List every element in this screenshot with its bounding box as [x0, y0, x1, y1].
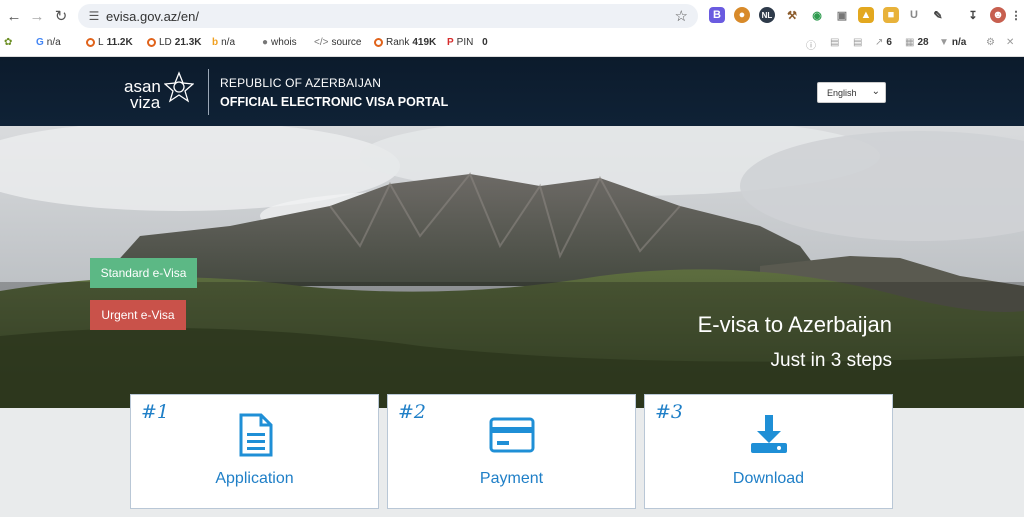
chevron-down-icon: ⌄: [871, 86, 880, 97]
standard-evisa-button[interactable]: Standard e-Visa: [90, 258, 197, 288]
extension-icon[interactable]: ◉: [809, 7, 825, 23]
external-links-item[interactable]: ↗ 6: [875, 37, 892, 48]
seo-logo-icon[interactable]: ✿: [4, 37, 12, 48]
links-item[interactable]: L 11.2K: [86, 37, 133, 48]
linking-domains-item[interactable]: LD 21.3K: [147, 37, 201, 48]
circle-icon: [86, 38, 95, 47]
star-emblem-icon: [164, 71, 194, 103]
step-number: #3: [655, 401, 684, 423]
page-icon[interactable]: ▤: [853, 37, 862, 48]
settings-gear-icon[interactable]: ⚙: [986, 37, 995, 48]
site-header: asan viza REPUBLIC OF AZERBAIJAN OFFICIA…: [0, 57, 1024, 126]
step-label: Application: [215, 470, 294, 487]
step-number: #2: [398, 401, 427, 423]
download-icon: [750, 415, 787, 453]
step-number: #1: [141, 401, 170, 423]
seo-toolbar: ✿ G n/a L 11.2K LD 21.3K b n/a ● whois </>…: [0, 32, 1024, 57]
reload-icon[interactable]: ↻: [51, 6, 71, 26]
forward-icon[interactable]: →: [27, 6, 47, 26]
bing-icon: b: [212, 37, 219, 48]
header-country: REPUBLIC OF AZERBAIJAN: [220, 76, 382, 90]
pinterest-icon: P: [447, 37, 454, 48]
crown-icon: ▼: [939, 37, 949, 48]
address-bar[interactable]: ☰ evisa.gov.az/en/ ☆: [78, 4, 698, 28]
extension-icon[interactable]: NL: [759, 7, 775, 23]
language-select[interactable]: English ⌄: [817, 82, 886, 103]
header-divider: [208, 69, 209, 115]
google-index-item[interactable]: G n/a: [36, 37, 61, 48]
urgent-evisa-button[interactable]: Urgent e-Visa: [90, 300, 186, 330]
extension-icon[interactable]: ▲: [858, 7, 874, 23]
hero-title: E-visa to Azerbaijan: [697, 312, 892, 337]
circle-icon: [374, 38, 383, 47]
back-icon[interactable]: ←: [4, 6, 24, 26]
page-icon[interactable]: ▤: [830, 37, 839, 48]
source-item[interactable]: </> source: [314, 37, 361, 48]
bookmark-star-icon[interactable]: ☆: [675, 7, 688, 25]
alexa-item[interactable]: ▼ n/a: [939, 37, 966, 48]
menu-dots-icon[interactable]: ⋮: [1008, 7, 1024, 23]
external-link-icon: ↗: [875, 37, 884, 48]
credit-card-icon: [489, 417, 534, 453]
step-label: Payment: [479, 470, 544, 487]
site-info-icon[interactable]: ☰: [86, 8, 102, 24]
extensions-puzzle-icon[interactable]: ✎: [930, 7, 946, 23]
profile-avatar[interactable]: ☻: [990, 7, 1006, 23]
pinterest-item[interactable]: P PIN 0: [447, 37, 488, 48]
url-text[interactable]: evisa.gov.az/en/: [106, 9, 199, 24]
info-icon[interactable]: ⓘ: [806, 37, 816, 52]
extension-icon[interactable]: U: [906, 7, 922, 23]
extension-icon[interactable]: ■: [883, 7, 899, 23]
camera-icon[interactable]: ▣: [834, 7, 850, 23]
hero-subtitle: Just in 3 steps: [770, 350, 892, 371]
step-card-payment[interactable]: #2 Payment: [387, 394, 636, 509]
step-label: Download: [732, 470, 805, 487]
download-tray-icon[interactable]: ↧: [965, 7, 981, 23]
grid-icon: ▦: [905, 37, 915, 48]
step-card-application[interactable]: #1 Application: [130, 394, 379, 509]
whois-item[interactable]: ● whois: [262, 37, 297, 48]
close-icon[interactable]: ✕: [1006, 37, 1014, 48]
bing-index-item[interactable]: b n/a: [212, 37, 235, 48]
google-icon: G: [36, 37, 44, 48]
hero-banner: Standard e-Visa Urgent e-Visa E-visa to …: [0, 126, 1024, 408]
extension-icon[interactable]: B: [709, 7, 725, 23]
circle-icon: [147, 38, 156, 47]
extension-icon[interactable]: ⚒: [784, 7, 800, 23]
internal-links-item[interactable]: ▦ 28: [905, 37, 929, 48]
header-portal-title: OFFICIAL ELECTRONIC VISA PORTAL: [220, 95, 449, 109]
user-icon: ●: [262, 37, 269, 48]
document-icon: [239, 413, 272, 457]
rank-item[interactable]: Rank 419K: [374, 37, 436, 48]
step-card-download[interactable]: #3 Download: [644, 394, 893, 509]
browser-toolbar: ← → ↻ ☰ evisa.gov.az/en/ ☆ B ● NL ⚒ ◉ ▣ …: [0, 0, 1024, 33]
code-icon: </>: [314, 37, 329, 48]
asan-viza-logo[interactable]: asan viza: [124, 69, 194, 115]
extension-icon[interactable]: ●: [734, 7, 750, 23]
